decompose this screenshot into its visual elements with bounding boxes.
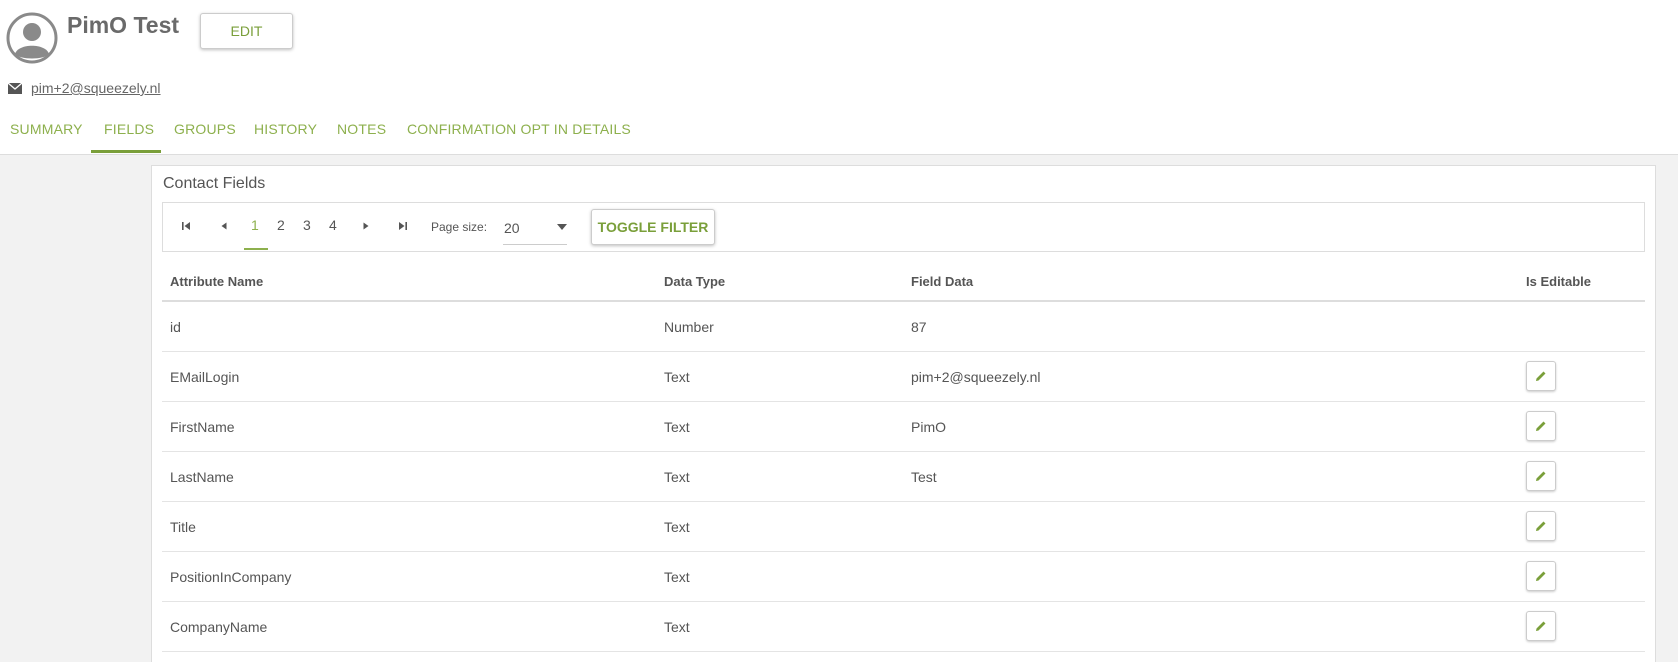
page-2[interactable]: 2 bbox=[277, 217, 285, 233]
caret-down-icon bbox=[557, 224, 567, 230]
data-type-cell: Text bbox=[664, 619, 690, 635]
prev-page-icon[interactable] bbox=[218, 220, 230, 232]
attribute-name-cell: CompanyName bbox=[170, 619, 268, 635]
pager: 1 2 3 4 Page size: 20 TOGGLE FILTER bbox=[162, 202, 1645, 252]
pencil-icon bbox=[1536, 621, 1546, 631]
column-header-field-data: Field Data bbox=[911, 274, 974, 289]
tab-history[interactable]: HISTORY bbox=[254, 121, 317, 137]
contact-name: PimO Test bbox=[67, 12, 180, 38]
tab-fields[interactable]: FIELDS bbox=[104, 121, 154, 137]
column-header-is-editable: Is Editable bbox=[1526, 274, 1592, 289]
page-3[interactable]: 3 bbox=[303, 217, 311, 233]
edit-field-button[interactable] bbox=[1526, 561, 1556, 591]
table-row: LastName Text Test bbox=[162, 452, 1645, 502]
pencil-icon bbox=[1536, 371, 1546, 381]
attribute-name-cell: Title bbox=[170, 519, 196, 535]
last-page-icon[interactable] bbox=[397, 220, 409, 232]
toggle-filter-button[interactable]: TOGGLE FILTER bbox=[591, 209, 715, 245]
envelope-icon bbox=[8, 83, 22, 94]
contact-fields-panel: Contact Fields 1 2 3 4 Page size: 20 TOG… bbox=[151, 165, 1656, 662]
field-data-cell: PimO bbox=[911, 419, 946, 435]
attribute-name-cell: LastName bbox=[170, 469, 234, 485]
tab-groups[interactable]: GROUPS bbox=[174, 121, 236, 137]
edit-field-button[interactable] bbox=[1526, 461, 1556, 491]
tab-summary[interactable]: SUMMARY bbox=[10, 121, 83, 137]
table-row: FirstName Text PimO bbox=[162, 402, 1645, 452]
page-size-label: Page size: bbox=[431, 220, 488, 234]
data-type-cell: Text bbox=[664, 369, 690, 385]
column-header-data-type: Data Type bbox=[664, 274, 726, 289]
current-page-indicator bbox=[244, 248, 268, 250]
edit-field-button[interactable] bbox=[1526, 511, 1556, 541]
data-type-cell: Text bbox=[664, 519, 690, 535]
attribute-name-cell: FirstName bbox=[170, 419, 235, 435]
attribute-name-cell: id bbox=[170, 319, 181, 335]
pencil-icon bbox=[1536, 521, 1546, 531]
table-row: CompanyName Text bbox=[162, 602, 1645, 652]
page-size-value: 20 bbox=[504, 220, 520, 236]
table-row: PositionInCompany Text bbox=[162, 552, 1645, 602]
active-tab-indicator bbox=[91, 150, 161, 153]
table-row: EMailLogin Text pim+2@squeezely.nl bbox=[162, 352, 1645, 402]
data-type-cell: Number bbox=[664, 319, 714, 335]
table-row: id Number 87 bbox=[162, 302, 1645, 352]
contact-email-link[interactable]: pim+2@squeezely.nl bbox=[31, 80, 161, 96]
edit-field-button[interactable] bbox=[1526, 361, 1556, 391]
edit-field-button[interactable] bbox=[1526, 611, 1556, 641]
page-4[interactable]: 4 bbox=[329, 217, 337, 233]
field-data-cell: 87 bbox=[911, 319, 927, 335]
panel-title: Contact Fields bbox=[163, 175, 266, 192]
contact-header: PimO Test EDIT pim+2@squeezely.nl SUMMAR… bbox=[0, 0, 1678, 155]
data-type-cell: Text bbox=[664, 419, 690, 435]
tab-notes[interactable]: NOTES bbox=[337, 121, 386, 137]
page-1[interactable]: 1 bbox=[251, 217, 259, 233]
page-size-select[interactable]: 20 bbox=[503, 213, 567, 245]
edit-field-button[interactable] bbox=[1526, 411, 1556, 441]
next-page-icon[interactable] bbox=[360, 220, 372, 232]
data-type-cell: Text bbox=[664, 569, 690, 585]
field-data-cell: Test bbox=[911, 469, 937, 485]
data-type-cell: Text bbox=[664, 469, 690, 485]
attribute-name-cell: EMailLogin bbox=[170, 369, 240, 385]
pencil-icon bbox=[1536, 571, 1546, 581]
user-avatar-icon bbox=[6, 12, 58, 64]
column-header-attribute-name: Attribute Name bbox=[170, 274, 264, 289]
first-page-icon[interactable] bbox=[180, 220, 192, 232]
pencil-icon bbox=[1536, 421, 1546, 431]
edit-contact-button[interactable]: EDIT bbox=[200, 13, 293, 49]
field-data-cell: pim+2@squeezely.nl bbox=[911, 369, 1041, 385]
table-row: Title Text bbox=[162, 502, 1645, 552]
attribute-name-cell: PositionInCompany bbox=[170, 569, 292, 585]
pencil-icon bbox=[1536, 471, 1546, 481]
tab-confirmation-opt-in-details[interactable]: CONFIRMATION OPT IN DETAILS bbox=[407, 121, 631, 137]
